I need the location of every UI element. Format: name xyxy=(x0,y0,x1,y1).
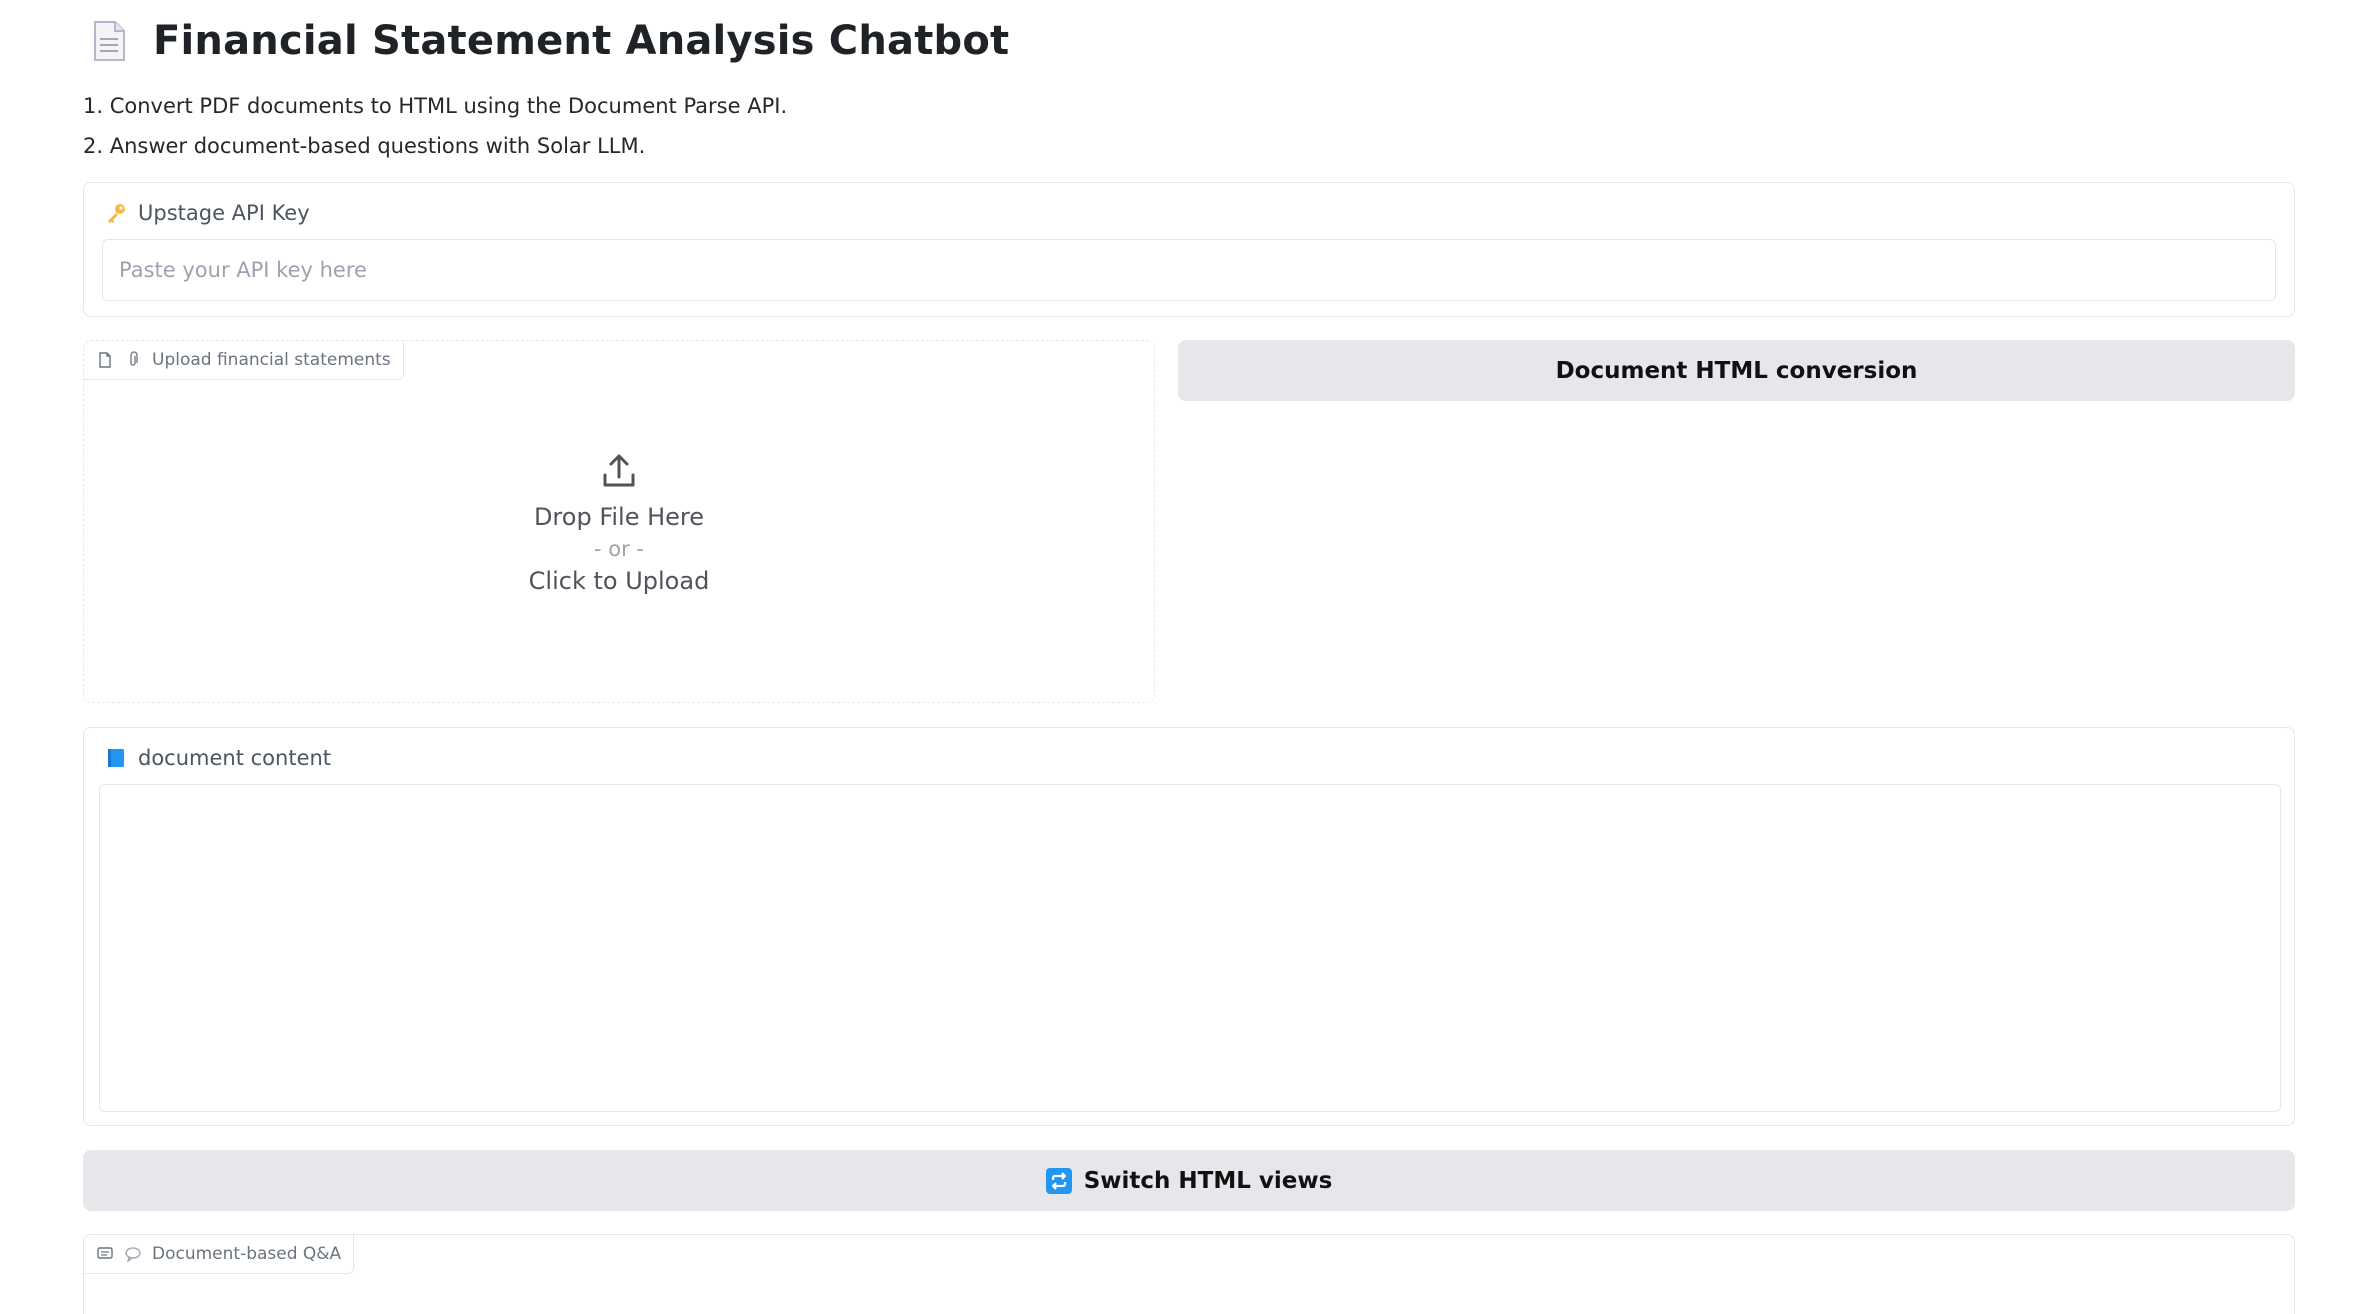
blue-book-icon xyxy=(108,749,124,767)
repeat-icon xyxy=(1045,1167,1072,1194)
document-content-label-row: document content xyxy=(104,746,331,770)
document-html-conversion-button[interactable]: Document HTML conversion xyxy=(1178,340,2295,401)
api-key-input[interactable] xyxy=(102,239,2276,301)
key-icon xyxy=(108,204,125,223)
document-content-block: document content xyxy=(83,727,2295,1126)
api-key-label-row: Upstage API Key xyxy=(104,201,310,225)
document-content-area[interactable] xyxy=(99,784,2281,1112)
upload-label-tag: Upload financial statements xyxy=(84,341,404,380)
instruction-step-2: 2. Answer document-based questions with … xyxy=(83,134,646,158)
qa-label-tag: Document-based Q&A xyxy=(84,1235,355,1274)
chat-icon xyxy=(97,1247,113,1259)
or-separator: - or - xyxy=(594,537,644,561)
drop-zone[interactable]: Drop File Here - or - Click to Upload xyxy=(84,401,1154,661)
upload-icon xyxy=(603,454,635,487)
file-upload-block[interactable]: Upload financial statements Drop File He… xyxy=(83,340,1155,703)
file-icon xyxy=(99,352,111,368)
page-document-icon xyxy=(94,21,125,61)
switch-html-views-button[interactable]: Switch HTML views xyxy=(83,1150,2295,1211)
header: Financial Statement Analysis Chatbot xyxy=(89,16,1009,66)
click-to-upload-text: Click to Upload xyxy=(528,567,710,595)
api-key-label: Upstage API Key xyxy=(138,201,310,225)
speech-bubble-icon xyxy=(125,1247,141,1263)
instruction-step-1: 1. Convert PDF documents to HTML using t… xyxy=(83,94,788,118)
document-content-label: document content xyxy=(138,746,332,770)
page-title: Financial Statement Analysis Chatbot xyxy=(153,18,1010,64)
paperclip-icon xyxy=(130,351,138,366)
upload-label: Upload financial statements xyxy=(152,350,391,370)
api-key-block: Upstage API Key xyxy=(83,182,2295,317)
drop-file-text: Drop File Here xyxy=(533,503,705,531)
qa-label: Document-based Q&A xyxy=(152,1244,342,1264)
instructions-list: 1. Convert PDF documents to HTML using t… xyxy=(83,86,787,166)
document-qa-block: Document-based Q&A xyxy=(83,1234,2295,1314)
switch-html-views-label: Switch HTML views xyxy=(1083,1167,1333,1194)
